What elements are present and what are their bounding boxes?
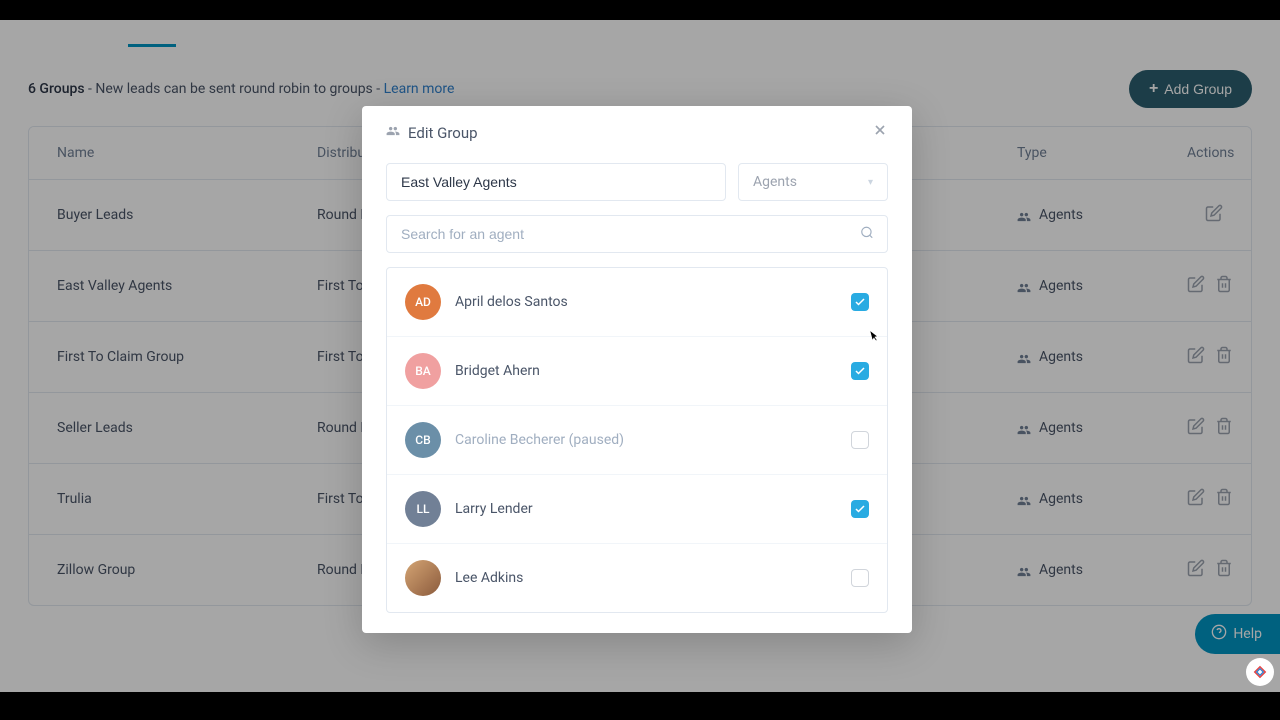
agent-checkbox[interactable] <box>851 362 869 380</box>
avatar <box>405 560 441 596</box>
agent-name: Lee Adkins <box>455 570 523 586</box>
cursor-pointer <box>866 328 882 344</box>
agent-name: Caroline Becherer (paused) <box>455 432 624 448</box>
group-icon <box>386 124 400 142</box>
agent-checkbox[interactable] <box>851 500 869 518</box>
avatar: LL <box>405 491 441 527</box>
modal-title-text: Edit Group <box>408 124 478 142</box>
close-button[interactable] <box>872 122 888 143</box>
search-icon <box>860 225 874 244</box>
agent-item: CB Caroline Becherer (paused) <box>387 406 887 475</box>
corner-logo <box>1246 658 1274 686</box>
agent-checkbox[interactable] <box>851 431 869 449</box>
agent-search-input[interactable] <box>386 215 888 253</box>
edit-group-modal: Edit Group Agents ▾ AD April delos Santos… <box>362 106 912 633</box>
agent-name: Larry Lender <box>455 501 533 517</box>
agent-item: LL Larry Lender <box>387 475 887 544</box>
chevron-down-icon: ▾ <box>868 177 873 188</box>
agent-name: April delos Santos <box>455 294 568 310</box>
group-name-input[interactable] <box>386 163 726 201</box>
avatar: AD <box>405 284 441 320</box>
avatar: BA <box>405 353 441 389</box>
avatar: CB <box>405 422 441 458</box>
agent-item: BA Bridget Ahern <box>387 337 887 406</box>
agent-list: AD April delos Santos BA Bridget Ahern CB Car… <box>386 267 888 613</box>
agent-item: AD April delos Santos <box>387 268 887 337</box>
agent-name: Bridget Ahern <box>455 363 540 379</box>
group-type-select[interactable]: Agents ▾ <box>738 163 888 201</box>
type-select-value: Agents <box>753 174 797 190</box>
agent-checkbox[interactable] <box>851 569 869 587</box>
agent-item: Lee Adkins <box>387 544 887 612</box>
agent-checkbox[interactable] <box>851 293 869 311</box>
